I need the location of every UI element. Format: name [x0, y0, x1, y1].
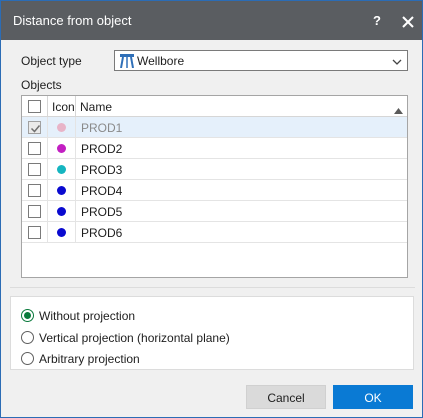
objects-grid: Icon Name PROD1 PROD2 PROD3 PROD4 PROD5 … — [21, 95, 408, 278]
radio-label: Vertical projection (horizontal plane) — [39, 331, 230, 345]
close-button[interactable] — [399, 13, 417, 31]
grid-header: Icon Name — [22, 96, 407, 117]
wellbore-color-icon — [57, 144, 66, 153]
divider — [10, 287, 415, 288]
help-button[interactable]: ? — [369, 12, 385, 30]
radio-button[interactable] — [21, 352, 34, 365]
sort-ascending-icon[interactable] — [394, 103, 403, 114]
table-row[interactable]: PROD1 — [22, 117, 407, 138]
dialog-title: Distance from object — [13, 13, 132, 28]
cancel-button[interactable]: Cancel — [246, 385, 326, 409]
object-type-value: Wellbore — [137, 54, 185, 68]
header-name-label: Name — [80, 100, 113, 114]
wellbore-color-icon — [57, 207, 66, 216]
table-row[interactable]: PROD5 — [22, 201, 407, 222]
radio-arbitrary-projection[interactable]: Arbitrary projection — [21, 350, 401, 368]
header-icon-label: Icon — [52, 100, 75, 114]
row-checkbox[interactable] — [28, 142, 41, 155]
wellbore-color-icon — [57, 165, 66, 174]
ok-button[interactable]: OK — [333, 385, 413, 409]
radio-button[interactable] — [21, 331, 34, 344]
object-type-select[interactable]: Wellbore — [114, 50, 408, 71]
wellbore-icon — [120, 53, 134, 69]
radio-without-projection[interactable]: Without projection — [21, 307, 401, 325]
table-row[interactable]: PROD2 — [22, 138, 407, 159]
distance-dialog: Distance from object ? Object type Wellb… — [0, 0, 423, 418]
table-row[interactable]: PROD4 — [22, 180, 407, 201]
radio-button-selected[interactable] — [21, 309, 34, 322]
radio-vertical-projection[interactable]: Vertical projection (horizontal plane) — [21, 329, 401, 347]
projection-radio-group: Without projection Vertical projection (… — [10, 296, 414, 370]
radio-label: Arbitrary projection — [39, 352, 140, 366]
close-icon — [402, 16, 414, 28]
objects-label: Objects — [21, 78, 62, 92]
header-name[interactable]: Name — [76, 96, 407, 117]
row-name: PROD5 — [81, 205, 123, 219]
header-select-all — [22, 96, 48, 117]
row-checkbox[interactable] — [28, 226, 41, 239]
row-name: PROD1 — [81, 121, 123, 135]
table-row[interactable]: PROD6 — [22, 222, 407, 243]
row-name: PROD4 — [81, 184, 123, 198]
object-type-label: Object type — [21, 54, 82, 68]
header-icon[interactable]: Icon — [48, 96, 76, 117]
wellbore-color-icon — [57, 123, 66, 132]
row-name: PROD3 — [81, 163, 123, 177]
radio-label: Without projection — [39, 309, 136, 323]
row-name: PROD6 — [81, 226, 123, 240]
wellbore-color-icon — [57, 186, 66, 195]
select-all-checkbox[interactable] — [28, 100, 41, 113]
table-row[interactable]: PROD3 — [22, 159, 407, 180]
row-checkbox[interactable] — [28, 163, 41, 176]
title-bar: Distance from object ? — [1, 1, 422, 40]
row-name: PROD2 — [81, 142, 123, 156]
chevron-down-icon — [392, 56, 402, 66]
row-checkbox[interactable] — [28, 184, 41, 197]
dialog-footer: Cancel OK — [1, 376, 422, 417]
row-checkbox[interactable] — [28, 121, 41, 134]
wellbore-color-icon — [57, 228, 66, 237]
row-checkbox[interactable] — [28, 205, 41, 218]
